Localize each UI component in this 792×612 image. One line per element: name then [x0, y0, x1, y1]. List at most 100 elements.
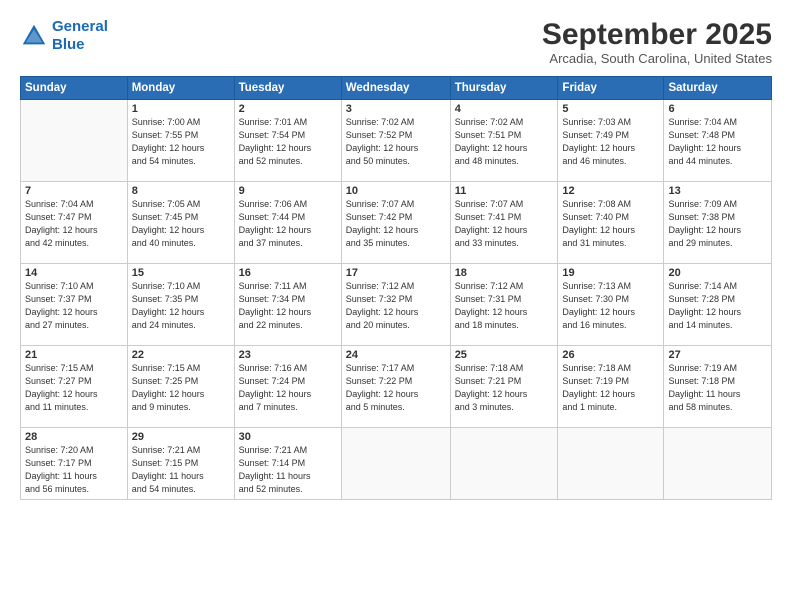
- calendar-cell: 6Sunrise: 7:04 AM Sunset: 7:48 PM Daylig…: [664, 100, 772, 182]
- calendar-cell: 12Sunrise: 7:08 AM Sunset: 7:40 PM Dayli…: [558, 182, 664, 264]
- day-info: Sunrise: 7:06 AM Sunset: 7:44 PM Dayligh…: [239, 198, 337, 250]
- calendar-cell: 8Sunrise: 7:05 AM Sunset: 7:45 PM Daylig…: [127, 182, 234, 264]
- calendar-header-row: SundayMondayTuesdayWednesdayThursdayFrid…: [21, 77, 772, 100]
- day-number: 24: [346, 349, 446, 361]
- calendar: SundayMondayTuesdayWednesdayThursdayFrid…: [20, 76, 772, 500]
- calendar-day-header: Saturday: [664, 77, 772, 100]
- day-info: Sunrise: 7:08 AM Sunset: 7:40 PM Dayligh…: [562, 198, 659, 250]
- location: Arcadia, South Carolina, United States: [542, 51, 772, 66]
- calendar-cell: 3Sunrise: 7:02 AM Sunset: 7:52 PM Daylig…: [341, 100, 450, 182]
- day-number: 30: [239, 431, 337, 443]
- day-info: Sunrise: 7:00 AM Sunset: 7:55 PM Dayligh…: [132, 116, 230, 168]
- day-number: 29: [132, 431, 230, 443]
- day-number: 7: [25, 185, 123, 197]
- calendar-day-header: Wednesday: [341, 77, 450, 100]
- day-info: Sunrise: 7:11 AM Sunset: 7:34 PM Dayligh…: [239, 280, 337, 332]
- calendar-day-header: Tuesday: [234, 77, 341, 100]
- day-info: Sunrise: 7:12 AM Sunset: 7:32 PM Dayligh…: [346, 280, 446, 332]
- calendar-cell: 26Sunrise: 7:18 AM Sunset: 7:19 PM Dayli…: [558, 346, 664, 428]
- day-number: 28: [25, 431, 123, 443]
- day-info: Sunrise: 7:18 AM Sunset: 7:19 PM Dayligh…: [562, 362, 659, 414]
- calendar-cell: [341, 428, 450, 500]
- calendar-cell: 29Sunrise: 7:21 AM Sunset: 7:15 PM Dayli…: [127, 428, 234, 500]
- calendar-cell: 20Sunrise: 7:14 AM Sunset: 7:28 PM Dayli…: [664, 264, 772, 346]
- day-info: Sunrise: 7:01 AM Sunset: 7:54 PM Dayligh…: [239, 116, 337, 168]
- day-info: Sunrise: 7:12 AM Sunset: 7:31 PM Dayligh…: [455, 280, 554, 332]
- calendar-cell: 5Sunrise: 7:03 AM Sunset: 7:49 PM Daylig…: [558, 100, 664, 182]
- day-info: Sunrise: 7:04 AM Sunset: 7:48 PM Dayligh…: [668, 116, 767, 168]
- day-number: 10: [346, 185, 446, 197]
- calendar-cell: 28Sunrise: 7:20 AM Sunset: 7:17 PM Dayli…: [21, 428, 128, 500]
- day-info: Sunrise: 7:10 AM Sunset: 7:37 PM Dayligh…: [25, 280, 123, 332]
- day-info: Sunrise: 7:15 AM Sunset: 7:25 PM Dayligh…: [132, 362, 230, 414]
- calendar-cell: 17Sunrise: 7:12 AM Sunset: 7:32 PM Dayli…: [341, 264, 450, 346]
- calendar-cell: [450, 428, 558, 500]
- day-number: 1: [132, 103, 230, 115]
- page-header: General Blue September 2025 Arcadia, Sou…: [20, 18, 772, 66]
- calendar-cell: 18Sunrise: 7:12 AM Sunset: 7:31 PM Dayli…: [450, 264, 558, 346]
- day-info: Sunrise: 7:02 AM Sunset: 7:51 PM Dayligh…: [455, 116, 554, 168]
- day-info: Sunrise: 7:15 AM Sunset: 7:27 PM Dayligh…: [25, 362, 123, 414]
- calendar-cell: 21Sunrise: 7:15 AM Sunset: 7:27 PM Dayli…: [21, 346, 128, 428]
- day-info: Sunrise: 7:19 AM Sunset: 7:18 PM Dayligh…: [668, 362, 767, 414]
- day-number: 16: [239, 267, 337, 279]
- day-info: Sunrise: 7:07 AM Sunset: 7:41 PM Dayligh…: [455, 198, 554, 250]
- calendar-day-header: Sunday: [21, 77, 128, 100]
- day-number: 17: [346, 267, 446, 279]
- month-title: September 2025: [542, 18, 772, 51]
- day-info: Sunrise: 7:21 AM Sunset: 7:15 PM Dayligh…: [132, 444, 230, 496]
- title-block: September 2025 Arcadia, South Carolina, …: [542, 18, 772, 66]
- calendar-day-header: Monday: [127, 77, 234, 100]
- calendar-cell: [558, 428, 664, 500]
- day-number: 20: [668, 267, 767, 279]
- calendar-cell: 24Sunrise: 7:17 AM Sunset: 7:22 PM Dayli…: [341, 346, 450, 428]
- day-number: 5: [562, 103, 659, 115]
- calendar-day-header: Thursday: [450, 77, 558, 100]
- calendar-cell: 11Sunrise: 7:07 AM Sunset: 7:41 PM Dayli…: [450, 182, 558, 264]
- day-info: Sunrise: 7:04 AM Sunset: 7:47 PM Dayligh…: [25, 198, 123, 250]
- calendar-cell: 1Sunrise: 7:00 AM Sunset: 7:55 PM Daylig…: [127, 100, 234, 182]
- logo: General Blue: [20, 18, 108, 54]
- logo-text: General Blue: [52, 18, 108, 54]
- day-number: 14: [25, 267, 123, 279]
- day-info: Sunrise: 7:03 AM Sunset: 7:49 PM Dayligh…: [562, 116, 659, 168]
- day-info: Sunrise: 7:17 AM Sunset: 7:22 PM Dayligh…: [346, 362, 446, 414]
- day-info: Sunrise: 7:07 AM Sunset: 7:42 PM Dayligh…: [346, 198, 446, 250]
- day-number: 27: [668, 349, 767, 361]
- calendar-cell: [664, 428, 772, 500]
- day-info: Sunrise: 7:14 AM Sunset: 7:28 PM Dayligh…: [668, 280, 767, 332]
- day-number: 6: [668, 103, 767, 115]
- day-number: 26: [562, 349, 659, 361]
- day-number: 13: [668, 185, 767, 197]
- calendar-cell: 10Sunrise: 7:07 AM Sunset: 7:42 PM Dayli…: [341, 182, 450, 264]
- calendar-day-header: Friday: [558, 77, 664, 100]
- day-info: Sunrise: 7:09 AM Sunset: 7:38 PM Dayligh…: [668, 198, 767, 250]
- day-number: 18: [455, 267, 554, 279]
- day-number: 21: [25, 349, 123, 361]
- calendar-cell: 19Sunrise: 7:13 AM Sunset: 7:30 PM Dayli…: [558, 264, 664, 346]
- calendar-cell: 7Sunrise: 7:04 AM Sunset: 7:47 PM Daylig…: [21, 182, 128, 264]
- day-number: 8: [132, 185, 230, 197]
- logo-icon: [20, 22, 48, 50]
- day-info: Sunrise: 7:10 AM Sunset: 7:35 PM Dayligh…: [132, 280, 230, 332]
- day-number: 22: [132, 349, 230, 361]
- calendar-cell: 9Sunrise: 7:06 AM Sunset: 7:44 PM Daylig…: [234, 182, 341, 264]
- day-info: Sunrise: 7:02 AM Sunset: 7:52 PM Dayligh…: [346, 116, 446, 168]
- day-number: 19: [562, 267, 659, 279]
- day-number: 11: [455, 185, 554, 197]
- day-info: Sunrise: 7:20 AM Sunset: 7:17 PM Dayligh…: [25, 444, 123, 496]
- calendar-cell: 4Sunrise: 7:02 AM Sunset: 7:51 PM Daylig…: [450, 100, 558, 182]
- day-info: Sunrise: 7:13 AM Sunset: 7:30 PM Dayligh…: [562, 280, 659, 332]
- calendar-cell: 13Sunrise: 7:09 AM Sunset: 7:38 PM Dayli…: [664, 182, 772, 264]
- day-number: 3: [346, 103, 446, 115]
- day-number: 4: [455, 103, 554, 115]
- day-number: 2: [239, 103, 337, 115]
- day-number: 15: [132, 267, 230, 279]
- day-info: Sunrise: 7:18 AM Sunset: 7:21 PM Dayligh…: [455, 362, 554, 414]
- day-number: 25: [455, 349, 554, 361]
- calendar-cell: [21, 100, 128, 182]
- calendar-cell: 2Sunrise: 7:01 AM Sunset: 7:54 PM Daylig…: [234, 100, 341, 182]
- day-info: Sunrise: 7:05 AM Sunset: 7:45 PM Dayligh…: [132, 198, 230, 250]
- calendar-cell: 30Sunrise: 7:21 AM Sunset: 7:14 PM Dayli…: [234, 428, 341, 500]
- calendar-cell: 25Sunrise: 7:18 AM Sunset: 7:21 PM Dayli…: [450, 346, 558, 428]
